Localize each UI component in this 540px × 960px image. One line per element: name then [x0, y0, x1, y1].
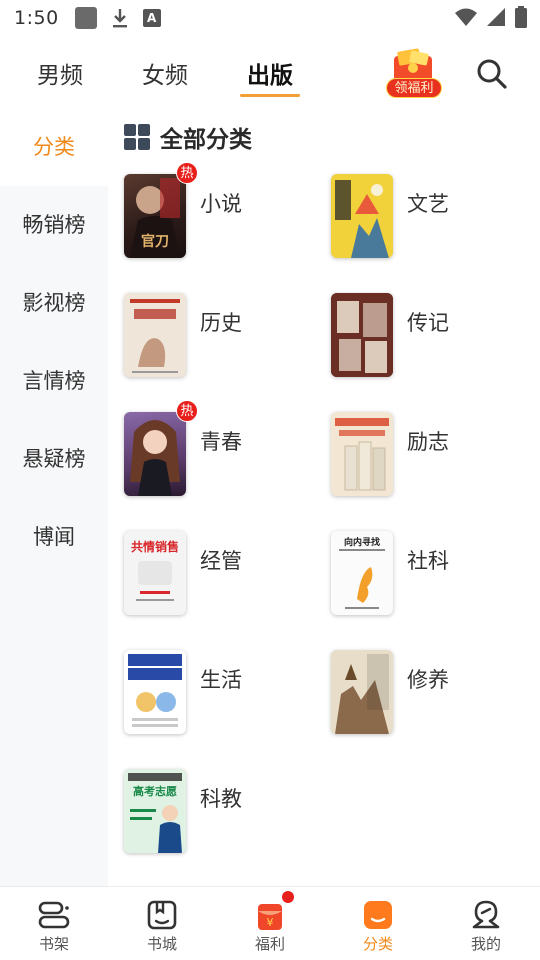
- category-life[interactable]: 生活: [124, 650, 324, 736]
- category-novel[interactable]: 官刀 热 小说: [124, 162, 324, 260]
- category-icon: [364, 901, 392, 929]
- book-cover: [331, 650, 393, 734]
- category-art[interactable]: 文艺: [331, 174, 531, 260]
- category-business[interactable]: 共情销售 经管: [124, 531, 324, 617]
- status-right: [454, 6, 528, 28]
- cover-title: 向内寻找: [344, 536, 380, 548]
- status-bar: 1:50 A: [0, 0, 540, 36]
- sidebar-item-category[interactable]: 分类: [0, 108, 108, 186]
- book-cover: [124, 293, 186, 377]
- svg-text:¥: ¥: [267, 916, 274, 929]
- category-label: 经管: [200, 549, 242, 573]
- welfare-label: 领福利: [386, 78, 442, 98]
- redpacket-icon: ¥: [258, 904, 282, 930]
- category-label: 生活: [200, 668, 242, 692]
- notification-app-icon: [74, 7, 97, 29]
- category-panel: 全部分类 官刀 热 小说 文艺 历史 传记 热 青春 励志 共情销售 经管 向内…: [108, 108, 540, 886]
- cover-title: 官刀: [141, 233, 169, 250]
- category-cultivation[interactable]: 修养: [331, 650, 531, 736]
- category-history[interactable]: 历史: [124, 293, 324, 379]
- sidebar: 分类 畅销榜 影视榜 言情榜 悬疑榜 博闻: [0, 108, 108, 886]
- category-label: 科教: [200, 787, 242, 811]
- book-cover: [331, 174, 393, 258]
- tab-publish[interactable]: 出版: [247, 56, 293, 90]
- nav-bookstore[interactable]: 书城: [108, 887, 216, 960]
- tab-active-underline: [240, 94, 300, 97]
- category-biography[interactable]: 传记: [331, 293, 531, 379]
- category-inspiration[interactable]: 励志: [331, 412, 531, 498]
- category-social[interactable]: 向内寻找 社科: [331, 531, 531, 617]
- tab-male[interactable]: 男频: [37, 56, 83, 90]
- category-label: 历史: [200, 311, 242, 335]
- category-label: 传记: [407, 311, 449, 335]
- signal-icon: [487, 8, 505, 26]
- book-cover: 官刀: [124, 174, 186, 258]
- battery-icon: [515, 6, 527, 28]
- sidebar-item-bestseller[interactable]: 畅销榜: [0, 186, 108, 264]
- book-cover: [124, 412, 186, 496]
- wifi-icon: [455, 8, 477, 26]
- book-cover: 共情销售: [124, 531, 186, 615]
- bookshelf-icon: [38, 901, 70, 929]
- nav-welfare[interactable]: ¥ 福利: [216, 887, 324, 960]
- top-tabs: 男频 女频 出版 领福利: [0, 44, 540, 104]
- category-label: 励志: [407, 430, 449, 454]
- cover-title: 共情销售: [131, 539, 179, 554]
- bottom-nav: 书架 书城 ¥ 福利 分类 我的: [0, 886, 540, 960]
- sidebar-item-film[interactable]: 影视榜: [0, 264, 108, 342]
- book-cover: 向内寻找: [331, 531, 393, 615]
- book-cover: [331, 293, 393, 377]
- category-label: 小说: [200, 192, 242, 216]
- download-icon: [112, 9, 127, 28]
- grid-icon: [124, 124, 150, 150]
- nav-label: 书城: [146, 935, 177, 953]
- notification-dot: [282, 891, 294, 903]
- status-time: 1:50: [14, 7, 59, 29]
- book-cover: [331, 412, 393, 496]
- nav-profile[interactable]: 我的: [432, 887, 540, 960]
- sidebar-item-knowledge[interactable]: 博闻: [0, 498, 108, 576]
- tab-female[interactable]: 女频: [142, 56, 188, 90]
- welfare-button[interactable]: 领福利: [378, 48, 448, 100]
- category-label: 青春: [200, 430, 242, 454]
- category-label: 社科: [407, 549, 449, 573]
- section-title: 全部分类: [160, 127, 252, 153]
- book-cover: 高考志愿: [124, 769, 186, 853]
- nav-category[interactable]: 分类: [324, 887, 432, 960]
- section-header: 全部分类: [124, 120, 252, 154]
- nav-label: 分类: [362, 935, 393, 953]
- category-youth[interactable]: 热 青春: [124, 400, 324, 498]
- hot-badge: 热: [176, 400, 198, 422]
- nav-label: 福利: [254, 935, 285, 953]
- search-icon[interactable]: [474, 56, 510, 92]
- bookstore-icon: [147, 900, 177, 930]
- category-education[interactable]: 高考志愿 科教: [124, 769, 324, 855]
- cover-title: 高考志愿: [133, 784, 177, 798]
- nav-label: 书架: [38, 935, 69, 953]
- nav-label: 我的: [470, 935, 501, 953]
- hot-badge: 热: [176, 162, 198, 184]
- book-cover: [124, 650, 186, 734]
- category-label: 文艺: [407, 192, 449, 216]
- profile-icon: [472, 900, 500, 929]
- gift-icon: [394, 48, 432, 82]
- sidebar-item-mystery[interactable]: 悬疑榜: [0, 420, 108, 498]
- nav-bookshelf[interactable]: 书架: [0, 887, 108, 960]
- category-label: 修养: [407, 668, 449, 692]
- sidebar-item-romance[interactable]: 言情榜: [0, 342, 108, 420]
- font-app-icon: A: [142, 9, 161, 27]
